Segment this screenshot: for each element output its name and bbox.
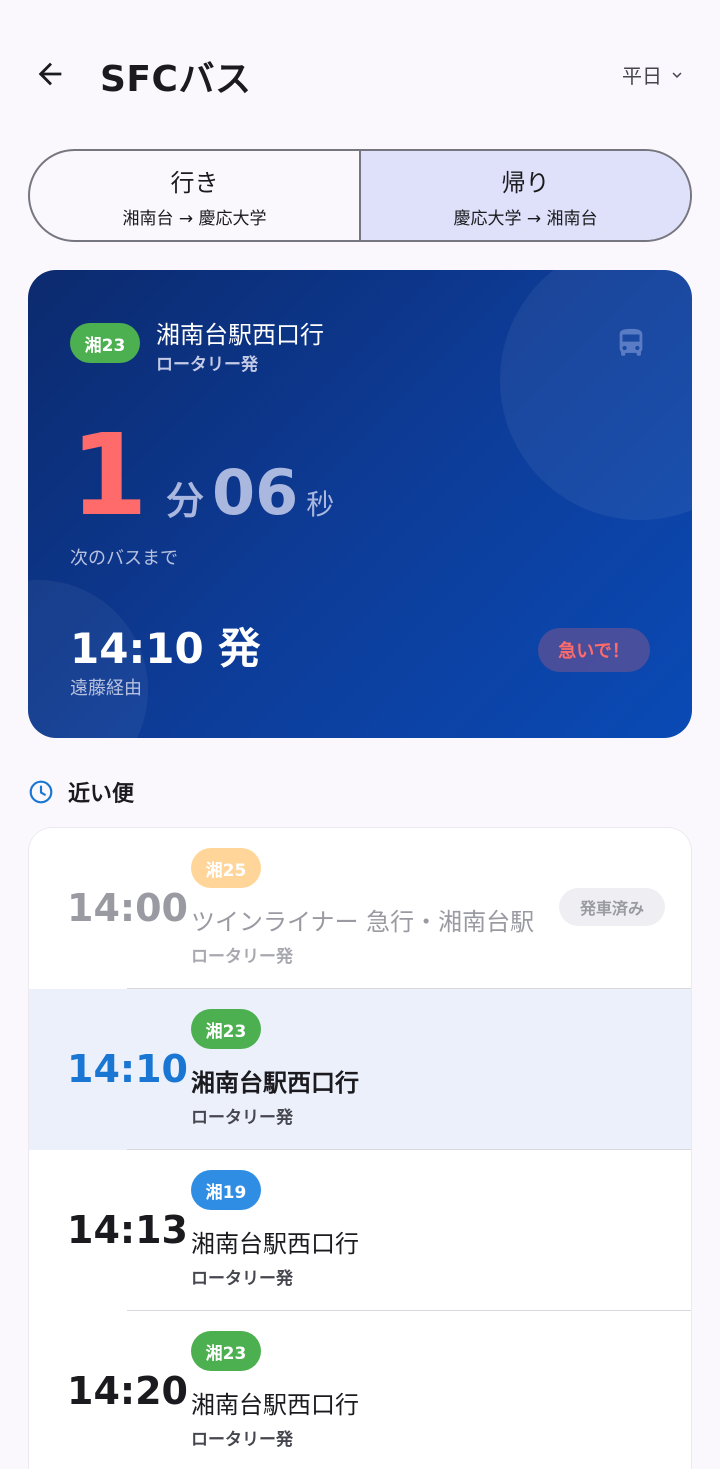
via-label: 遠藤経由 xyxy=(70,678,142,699)
route-badge: 湘23 xyxy=(191,1009,261,1049)
origin: ロータリー発 xyxy=(191,1430,293,1450)
day-type-select[interactable]: 平日 xyxy=(622,60,686,89)
destination: 湘南台駅西口行 xyxy=(156,321,324,349)
until-label: 次のバスまで xyxy=(70,548,178,569)
outbound-label: 行き xyxy=(170,168,219,197)
direction-toggle: 行き 湘南台 → 慶応大学 帰り 慶応大学 → 湘南台 xyxy=(28,149,692,242)
chevron-down-icon xyxy=(672,71,682,78)
route-badge: 湘23 xyxy=(191,1331,261,1371)
app-root: SFCバス 平日 行き 湘南台 → 慶応大学 帰り 慶応大学 → 湘南台 湘23… xyxy=(0,0,720,1469)
status-badge: 発車済み xyxy=(559,888,665,926)
outbound-route: 湘南台 → 慶応大学 xyxy=(122,208,267,229)
departure-time: 14:10 xyxy=(67,1047,188,1091)
origin: ロータリー発 xyxy=(191,1269,293,1289)
departure-time: 14:20 xyxy=(67,1369,188,1413)
day-type-label: 平日 xyxy=(622,64,662,88)
departure-time: 14:00 xyxy=(67,886,188,930)
nearby-section-header: 近い便 xyxy=(28,776,134,808)
arrow-back-icon xyxy=(38,62,62,86)
inbound-label: 帰り xyxy=(501,168,550,197)
inbound-route: 慶応大学 → 湘南台 xyxy=(453,208,598,229)
back-button[interactable] xyxy=(26,50,74,98)
destination: 湘南台駅西口行 xyxy=(191,1230,359,1258)
route-badge: 湘25 xyxy=(191,848,261,888)
top-app-bar: SFCバス 平日 xyxy=(0,0,720,140)
countdown: 1 分 06 秒 xyxy=(70,420,334,532)
origin: ロータリー発 xyxy=(156,355,258,375)
direction-inbound-button[interactable]: 帰り 慶応大学 → 湘南台 xyxy=(359,151,690,240)
destination: 湘南台駅西口行 xyxy=(191,1069,359,1097)
route-badge: 湘23 xyxy=(70,323,140,363)
bus-icon xyxy=(614,326,648,364)
list-item[interactable]: 14:00 湘25 ツインライナー 急行・湘南台駅 ロータリー発 発車済み xyxy=(29,828,691,989)
list-item[interactable]: 14:13 湘19 湘南台駅西口行 ロータリー発 xyxy=(29,1150,691,1311)
origin: ロータリー発 xyxy=(191,1108,293,1128)
countdown-minutes: 1 xyxy=(70,411,148,541)
destination: 湘南台駅西口行 xyxy=(191,1391,359,1419)
origin: ロータリー発 xyxy=(191,947,293,967)
departure-time: 14:13 xyxy=(67,1208,188,1252)
direction-outbound-button[interactable]: 行き 湘南台 → 慶応大学 xyxy=(30,151,359,240)
destination: ツインライナー 急行・湘南台駅 xyxy=(191,908,535,936)
hurry-badge: 急いで！ xyxy=(538,628,650,672)
departure-list: 14:00 湘25 ツインライナー 急行・湘南台駅 ロータリー発 発車済み 14… xyxy=(28,827,692,1469)
route-badge: 湘19 xyxy=(191,1170,261,1210)
departure-time: 14:10 発 xyxy=(70,624,261,673)
list-item[interactable]: 14:10 湘23 湘南台駅西口行 ロータリー発 xyxy=(29,989,691,1150)
countdown-seconds: 06 xyxy=(211,456,299,529)
section-title: 近い便 xyxy=(68,782,135,807)
list-item[interactable]: 14:20 湘23 湘南台駅西口行 ロータリー発 xyxy=(29,1311,691,1469)
page-title: SFCバス xyxy=(100,59,252,100)
decor-circle xyxy=(500,270,692,520)
seconds-unit: 秒 xyxy=(306,488,335,521)
clock-icon xyxy=(29,780,53,804)
minutes-unit: 分 xyxy=(165,479,204,523)
next-bus-card[interactable]: 湘23 湘南台駅西口行 ロータリー発 1 分 06 秒 次のバスまで 14:10… xyxy=(28,270,692,738)
